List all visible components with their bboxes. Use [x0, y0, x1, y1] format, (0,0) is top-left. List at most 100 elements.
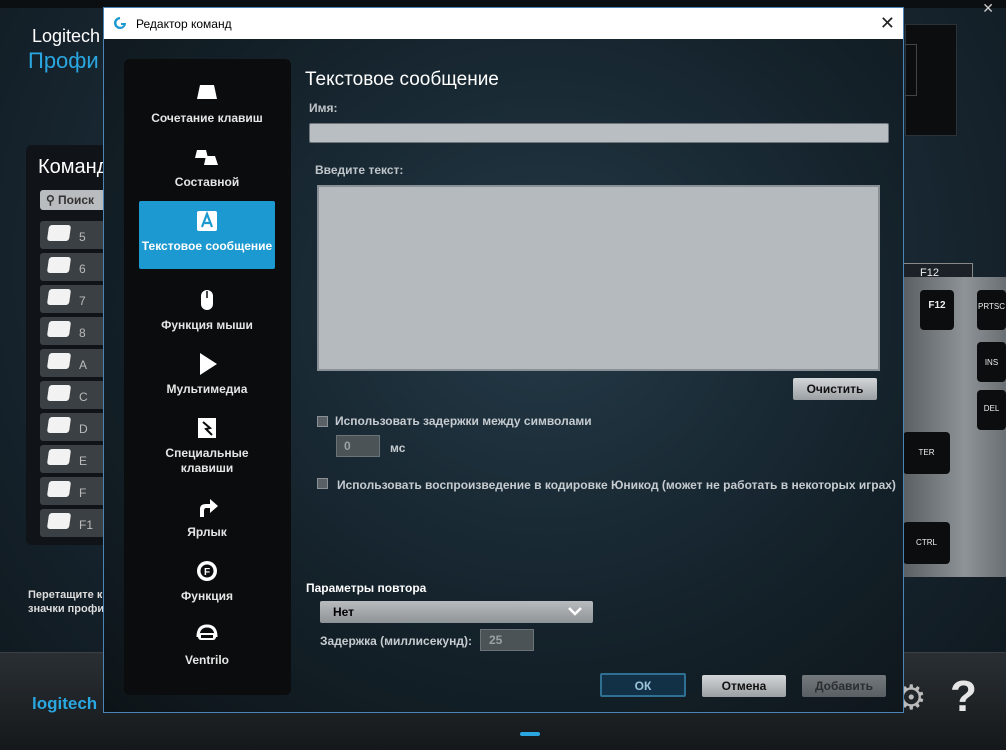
unicode-label: Использовать воспроизведение в кодировке… [337, 478, 896, 492]
keyboard-key[interactable]: F12 [920, 290, 954, 330]
text-message-input[interactable] [317, 185, 880, 371]
background-search-placeholder: Поиск [58, 193, 95, 207]
key-icon [46, 353, 72, 369]
keyboard-key[interactable]: TER [903, 432, 950, 474]
background-command-row[interactable]: F1 [40, 509, 112, 537]
command-row-label: 7 [79, 294, 86, 308]
key-icon [46, 513, 72, 529]
repeat-delay-label: Задержка (миллисекунд): [320, 634, 472, 648]
multikey-icon [195, 150, 218, 165]
chevron-down-icon [568, 607, 582, 616]
cancel-button[interactable]: Отмена [702, 675, 786, 697]
repeat-mode-select[interactable]: Нет [320, 601, 593, 623]
sidebar-item-keystroke[interactable]: Сочетание клавиш [139, 73, 275, 141]
background-command-row[interactable]: 7 [40, 285, 112, 313]
keyboard-key[interactable]: INS [977, 342, 1006, 382]
background-command-row[interactable]: D [40, 413, 112, 441]
logitech-g-icon [114, 17, 126, 29]
command-row-label: D [79, 422, 88, 436]
sidebar-item-function[interactable]: F Функция [139, 551, 275, 619]
command-type-sidebar: Сочетание клавиш Составной Текстовое соо… [124, 59, 291, 695]
keyboard-key[interactable]: DEL [977, 390, 1006, 430]
background-command-row[interactable]: C [40, 381, 112, 409]
command-row-label: 5 [79, 230, 86, 244]
sidebar-item-label: Сочетание клавиш [151, 111, 263, 125]
background-command-row[interactable]: 8 [40, 317, 112, 345]
dialog-body: Сочетание клавиш Составной Текстовое соо… [104, 39, 903, 712]
command-row-label: C [79, 390, 88, 404]
background-search-input[interactable]: ⚲ Поиск [40, 190, 110, 210]
sidebar-item-label: Функция мыши [161, 318, 253, 332]
repeat-options-title: Параметры повтора [306, 581, 427, 595]
text-label: Введите текст: [315, 163, 404, 177]
ventrilo-headset-icon [196, 624, 218, 640]
sidebar-item-text-block[interactable]: Текстовое сообщение [139, 201, 275, 269]
delay-unit-label: мс [390, 441, 406, 455]
text-block-icon [197, 210, 217, 231]
function-gear-icon: F [197, 561, 217, 581]
sidebar-item-ventrilo[interactable]: Ventrilo [139, 615, 275, 683]
sidebar-item-multikey[interactable]: Составной [139, 137, 275, 205]
dialog-title: Редактор команд [136, 17, 232, 31]
use-delays-checkbox[interactable] [317, 416, 328, 427]
key-icon [46, 481, 72, 497]
command-row-label: 6 [79, 262, 86, 276]
command-editor-dialog: Редактор команд ✕ Сочетание клавиш Соста… [103, 7, 904, 713]
repeat-delay-input[interactable] [480, 629, 534, 651]
sidebar-item-shortcut[interactable]: Ярлык [139, 487, 275, 555]
char-delay-input[interactable] [336, 435, 380, 457]
background-brand: Logitech [32, 26, 101, 46]
background-command-row[interactable]: A [40, 349, 112, 377]
name-input[interactable] [309, 123, 889, 143]
command-row-label: E [79, 454, 88, 468]
key-icon [46, 289, 72, 305]
command-row-label: A [79, 358, 88, 372]
command-row-label: F [79, 486, 87, 500]
keystroke-icon [197, 85, 217, 99]
sidebar-item-label: Текстовое сообщение [141, 239, 273, 253]
sidebar-item-multimedia[interactable]: Мультимедиа [139, 344, 275, 412]
name-label: Имя: [309, 101, 338, 115]
background-command-row[interactable]: E [40, 445, 112, 473]
close-icon[interactable]: ✕ [880, 13, 895, 34]
sidebar-item-label: Специальные клавиши [165, 446, 249, 475]
background-footer-logo: logitech [32, 694, 98, 713]
sidebar-item-label: Мультимедиа [166, 382, 248, 396]
clear-button[interactable]: Очистить [793, 378, 877, 400]
background-command-row[interactable]: 5 [40, 221, 112, 249]
background-command-row[interactable]: 6 [40, 253, 112, 281]
sidebar-item-label: Ярлык [187, 525, 227, 539]
background-page-indicator [520, 732, 540, 736]
help-icon[interactable]: ? [950, 672, 977, 722]
background-hint-text: Перетащите к значки профи [28, 589, 105, 615]
background-close-icon[interactable]: ✕ [982, 0, 994, 17]
add-button[interactable]: Добавить [802, 675, 886, 697]
sidebar-item-label: Функция [181, 589, 233, 603]
sidebar-item-label: Ventrilo [184, 653, 229, 667]
dialog-titlebar: Редактор команд ✕ [104, 8, 903, 39]
key-icon [46, 385, 72, 401]
command-row-label: 8 [79, 326, 86, 340]
sidebar-item-label: Составной [174, 175, 240, 189]
background-device-panel-inner [905, 44, 917, 96]
unicode-checkbox[interactable] [317, 478, 328, 489]
play-icon [200, 353, 217, 375]
key-icon [46, 321, 72, 337]
sidebar-item-hotkeys[interactable]: Специальные клавиши [139, 408, 275, 476]
sidebar-item-mouse-function[interactable]: Функция мыши [139, 280, 275, 348]
repeat-mode-value: Нет [333, 605, 355, 619]
key-icon [46, 449, 72, 465]
keyboard-key[interactable]: CTRL [903, 522, 950, 564]
hotkey-icon [198, 418, 216, 438]
ok-button[interactable]: ОК [600, 673, 686, 697]
svg-text:F: F [204, 567, 210, 578]
command-row-label: F1 [79, 518, 94, 532]
use-delays-label: Использовать задержки между символами [335, 414, 592, 428]
background-profile-label: Профи [28, 48, 99, 73]
background-command-row[interactable]: F [40, 477, 112, 505]
key-icon [46, 257, 72, 273]
key-icon [46, 225, 72, 241]
mouse-icon [201, 290, 213, 310]
keyboard-key[interactable]: PRTSC [977, 290, 1006, 330]
shortcut-arrow-icon [200, 499, 218, 517]
